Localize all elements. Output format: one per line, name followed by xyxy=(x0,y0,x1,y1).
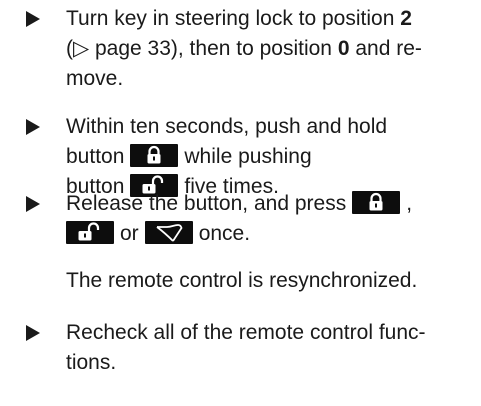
lock-icon xyxy=(352,190,401,214)
step-3-text: Release the button, and press , or once. xyxy=(66,190,413,245)
result-text: The remote control is resynchronized. xyxy=(66,269,418,292)
triangle-bullet-icon xyxy=(26,112,43,142)
position-2-label: 2 xyxy=(400,7,412,30)
lock-icon xyxy=(130,143,179,167)
step-1-text: Turn key in steering lock to position 2 … xyxy=(66,7,422,90)
unlock-icon xyxy=(66,220,114,244)
triangle-bullet-icon xyxy=(26,318,43,348)
triangle-bullet-icon xyxy=(26,189,43,219)
triangle-bullet-icon xyxy=(26,4,43,34)
trunk-icon xyxy=(144,220,193,244)
step-4-text: Recheck all of the remote control func- … xyxy=(66,321,426,374)
instruction-page: Turn key in steering lock to position 2 … xyxy=(0,0,481,406)
position-0-label: 0 xyxy=(337,37,350,60)
